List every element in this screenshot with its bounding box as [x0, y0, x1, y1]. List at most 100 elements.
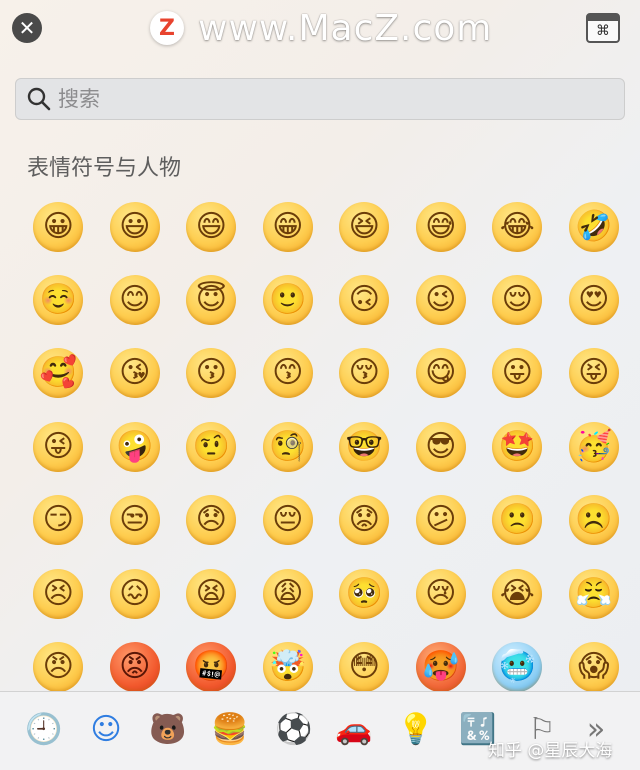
emoji-grid: 😀 😃 😄 😁 😆 😅 😂 🤣 ☺️ 😊 😇 🙂 🙃 😉 😌 😍 🥰 😘 😗 😙 😚 😋 😛 😝 😜 🤪 🤨 🧐 🤓 😎 🤩 🥳 😏 😒 😞 😔 😟 😕 🙁… — [20, 190, 630, 704]
emoji-unamused[interactable]: 😒 — [97, 484, 174, 557]
emoji-joy[interactable]: 😂 — [479, 190, 556, 263]
emoji-zany[interactable]: 🤪 — [97, 410, 174, 483]
cursing-icon: 🤬 — [186, 642, 237, 693]
emoji-relieved[interactable]: 😌 — [479, 263, 556, 336]
emoji-rofl[interactable]: 🤣 — [556, 190, 633, 263]
emoji-sunglasses[interactable]: 😎 — [403, 410, 480, 483]
emoji-slight-smile[interactable]: 🙂 — [250, 263, 327, 336]
emoji-disappointed[interactable]: 😞 — [173, 484, 250, 557]
emoji-squinting-tongue[interactable]: 😝 — [556, 337, 633, 410]
emoji-smiling-hearts[interactable]: 🥰 — [20, 337, 97, 410]
smile-icon: 😄 — [186, 201, 237, 252]
smirk-icon: 😏 — [33, 495, 84, 546]
animals-nature-icon[interactable]: 🐻 — [148, 710, 188, 750]
scream-icon: 😱 — [568, 642, 619, 693]
emoji-confounded[interactable]: 😖 — [97, 557, 174, 630]
emoji-wink[interactable]: 😉 — [403, 263, 480, 336]
sunglasses-icon: 😎 — [415, 421, 466, 472]
food-drink-icon[interactable]: 🍔 — [210, 710, 250, 750]
emoji-heart-eyes[interactable]: 😍 — [556, 263, 633, 336]
smileys-people-icon[interactable]: ☺ — [86, 710, 126, 750]
emoji-slight-frown[interactable]: 🙁 — [479, 484, 556, 557]
rage-icon: 😡 — [109, 642, 160, 693]
winking-tongue-icon: 😜 — [33, 421, 84, 472]
objects-bulb-icon[interactable]: 💡 — [396, 710, 436, 750]
emoji-frowning[interactable]: ☹️ — [556, 484, 633, 557]
emoji-smile[interactable]: 😄 — [173, 190, 250, 263]
emoji-yum[interactable]: 😋 — [403, 337, 480, 410]
emoji-winking-tongue[interactable]: 😜 — [20, 410, 97, 483]
grinning-icon: 😀 — [33, 201, 84, 252]
wink-icon: 😉 — [415, 275, 466, 326]
emoji-star-struck[interactable]: 🤩 — [479, 410, 556, 483]
tired-icon: 😫 — [186, 568, 237, 619]
unamused-icon: 😒 — [109, 495, 160, 546]
sweat-smile-icon: 😅 — [415, 201, 466, 252]
exploding-head-icon: 🤯 — [262, 642, 313, 693]
emoji-picker-window: ✕ Z www.MacZ.com ⌘ 表情符号与人物 😀 😃 😄 😁 😆 😅 😂 🤣 ☺️ 😊 😇 🙂… — [0, 0, 640, 770]
emoji-nerd[interactable]: 🤓 — [326, 410, 403, 483]
travel-places-icon[interactable]: 🚗 — [334, 710, 374, 750]
emoji-pensive[interactable]: 😔 — [250, 484, 327, 557]
kissing-closed-eyes-icon: 😚 — [339, 348, 390, 399]
close-icon[interactable]: ✕ — [12, 13, 42, 43]
emoji-smiley[interactable]: 😃 — [97, 190, 174, 263]
emoji-upside-down[interactable]: 🙃 — [326, 263, 403, 336]
emoji-confused[interactable]: 😕 — [403, 484, 480, 557]
innocent-icon: 😇 — [186, 275, 237, 326]
relieved-icon: 😌 — [492, 275, 543, 326]
slight-smile-icon: 🙂 — [262, 275, 313, 326]
weary-icon: 😩 — [262, 568, 313, 619]
emoji-grinning[interactable]: 😀 — [20, 190, 97, 263]
angry-icon: 😠 — [33, 642, 84, 693]
emoji-sob[interactable]: 😭 — [479, 557, 556, 630]
star-struck-icon: 🤩 — [492, 421, 543, 472]
search-field[interactable] — [15, 78, 625, 120]
emoji-kissing-heart[interactable]: 😘 — [97, 337, 174, 410]
frowning-icon: ☹️ — [568, 495, 619, 546]
activity-ball-icon[interactable]: ⚽ — [274, 710, 314, 750]
search-input[interactable] — [56, 86, 600, 112]
emoji-innocent[interactable]: 😇 — [173, 263, 250, 336]
zhihu-watermark: 知乎 @星辰大海 — [488, 741, 613, 761]
blush-icon: 😊 — [109, 275, 160, 326]
emoji-kissing[interactable]: 😗 — [173, 337, 250, 410]
kissing-smiling-eyes-icon: 😙 — [262, 348, 313, 399]
emoji-tongue[interactable]: 😛 — [479, 337, 556, 410]
sob-icon: 😭 — [492, 568, 543, 619]
emoji-kissing-closed-eyes[interactable]: 😚 — [326, 337, 403, 410]
yum-icon: 😋 — [415, 348, 466, 399]
emoji-kissing-smiling-eyes[interactable]: 😙 — [250, 337, 327, 410]
emoji-relaxed[interactable]: ☺️ — [20, 263, 97, 336]
worried-icon: 😟 — [339, 495, 390, 546]
emoji-weary[interactable]: 😩 — [250, 557, 327, 630]
emoji-worried[interactable]: 😟 — [326, 484, 403, 557]
slight-frown-icon: 🙁 — [492, 495, 543, 546]
section-title: 表情符号与人物 — [27, 156, 182, 181]
emoji-persevere[interactable]: 😣 — [20, 557, 97, 630]
emoji-triumph[interactable]: 😤 — [556, 557, 633, 630]
triumph-icon: 😤 — [568, 568, 619, 619]
emoji-monocle[interactable]: 🧐 — [250, 410, 327, 483]
emoji-tired[interactable]: 😫 — [173, 557, 250, 630]
search-icon — [27, 87, 51, 111]
raised-eyebrow-icon: 🤨 — [186, 421, 237, 472]
emoji-blush[interactable]: 😊 — [97, 263, 174, 336]
grin-icon: 😁 — [262, 201, 313, 252]
emoji-smirk[interactable]: 😏 — [20, 484, 97, 557]
disappointed-icon: 😞 — [186, 495, 237, 546]
kissing-icon: 😗 — [186, 348, 237, 399]
emoji-grin[interactable]: 😁 — [250, 190, 327, 263]
emoji-laughing[interactable]: 😆 — [326, 190, 403, 263]
emoji-raised-eyebrow[interactable]: 🤨 — [173, 410, 250, 483]
emoji-partying[interactable]: 🥳 — [556, 410, 633, 483]
upside-down-icon: 🙃 — [339, 275, 390, 326]
emoji-pleading[interactable]: 🥺 — [326, 557, 403, 630]
persevere-icon: 😣 — [33, 568, 84, 619]
emoji-sweat-smile[interactable]: 😅 — [403, 190, 480, 263]
character-viewer-icon[interactable]: ⌘ — [586, 13, 620, 43]
recent-clock-icon[interactable]: 🕘 — [24, 710, 64, 750]
emoji-cry[interactable]: 😢 — [403, 557, 480, 630]
zany-icon: 🤪 — [109, 421, 160, 472]
tongue-icon: 😛 — [492, 348, 543, 399]
